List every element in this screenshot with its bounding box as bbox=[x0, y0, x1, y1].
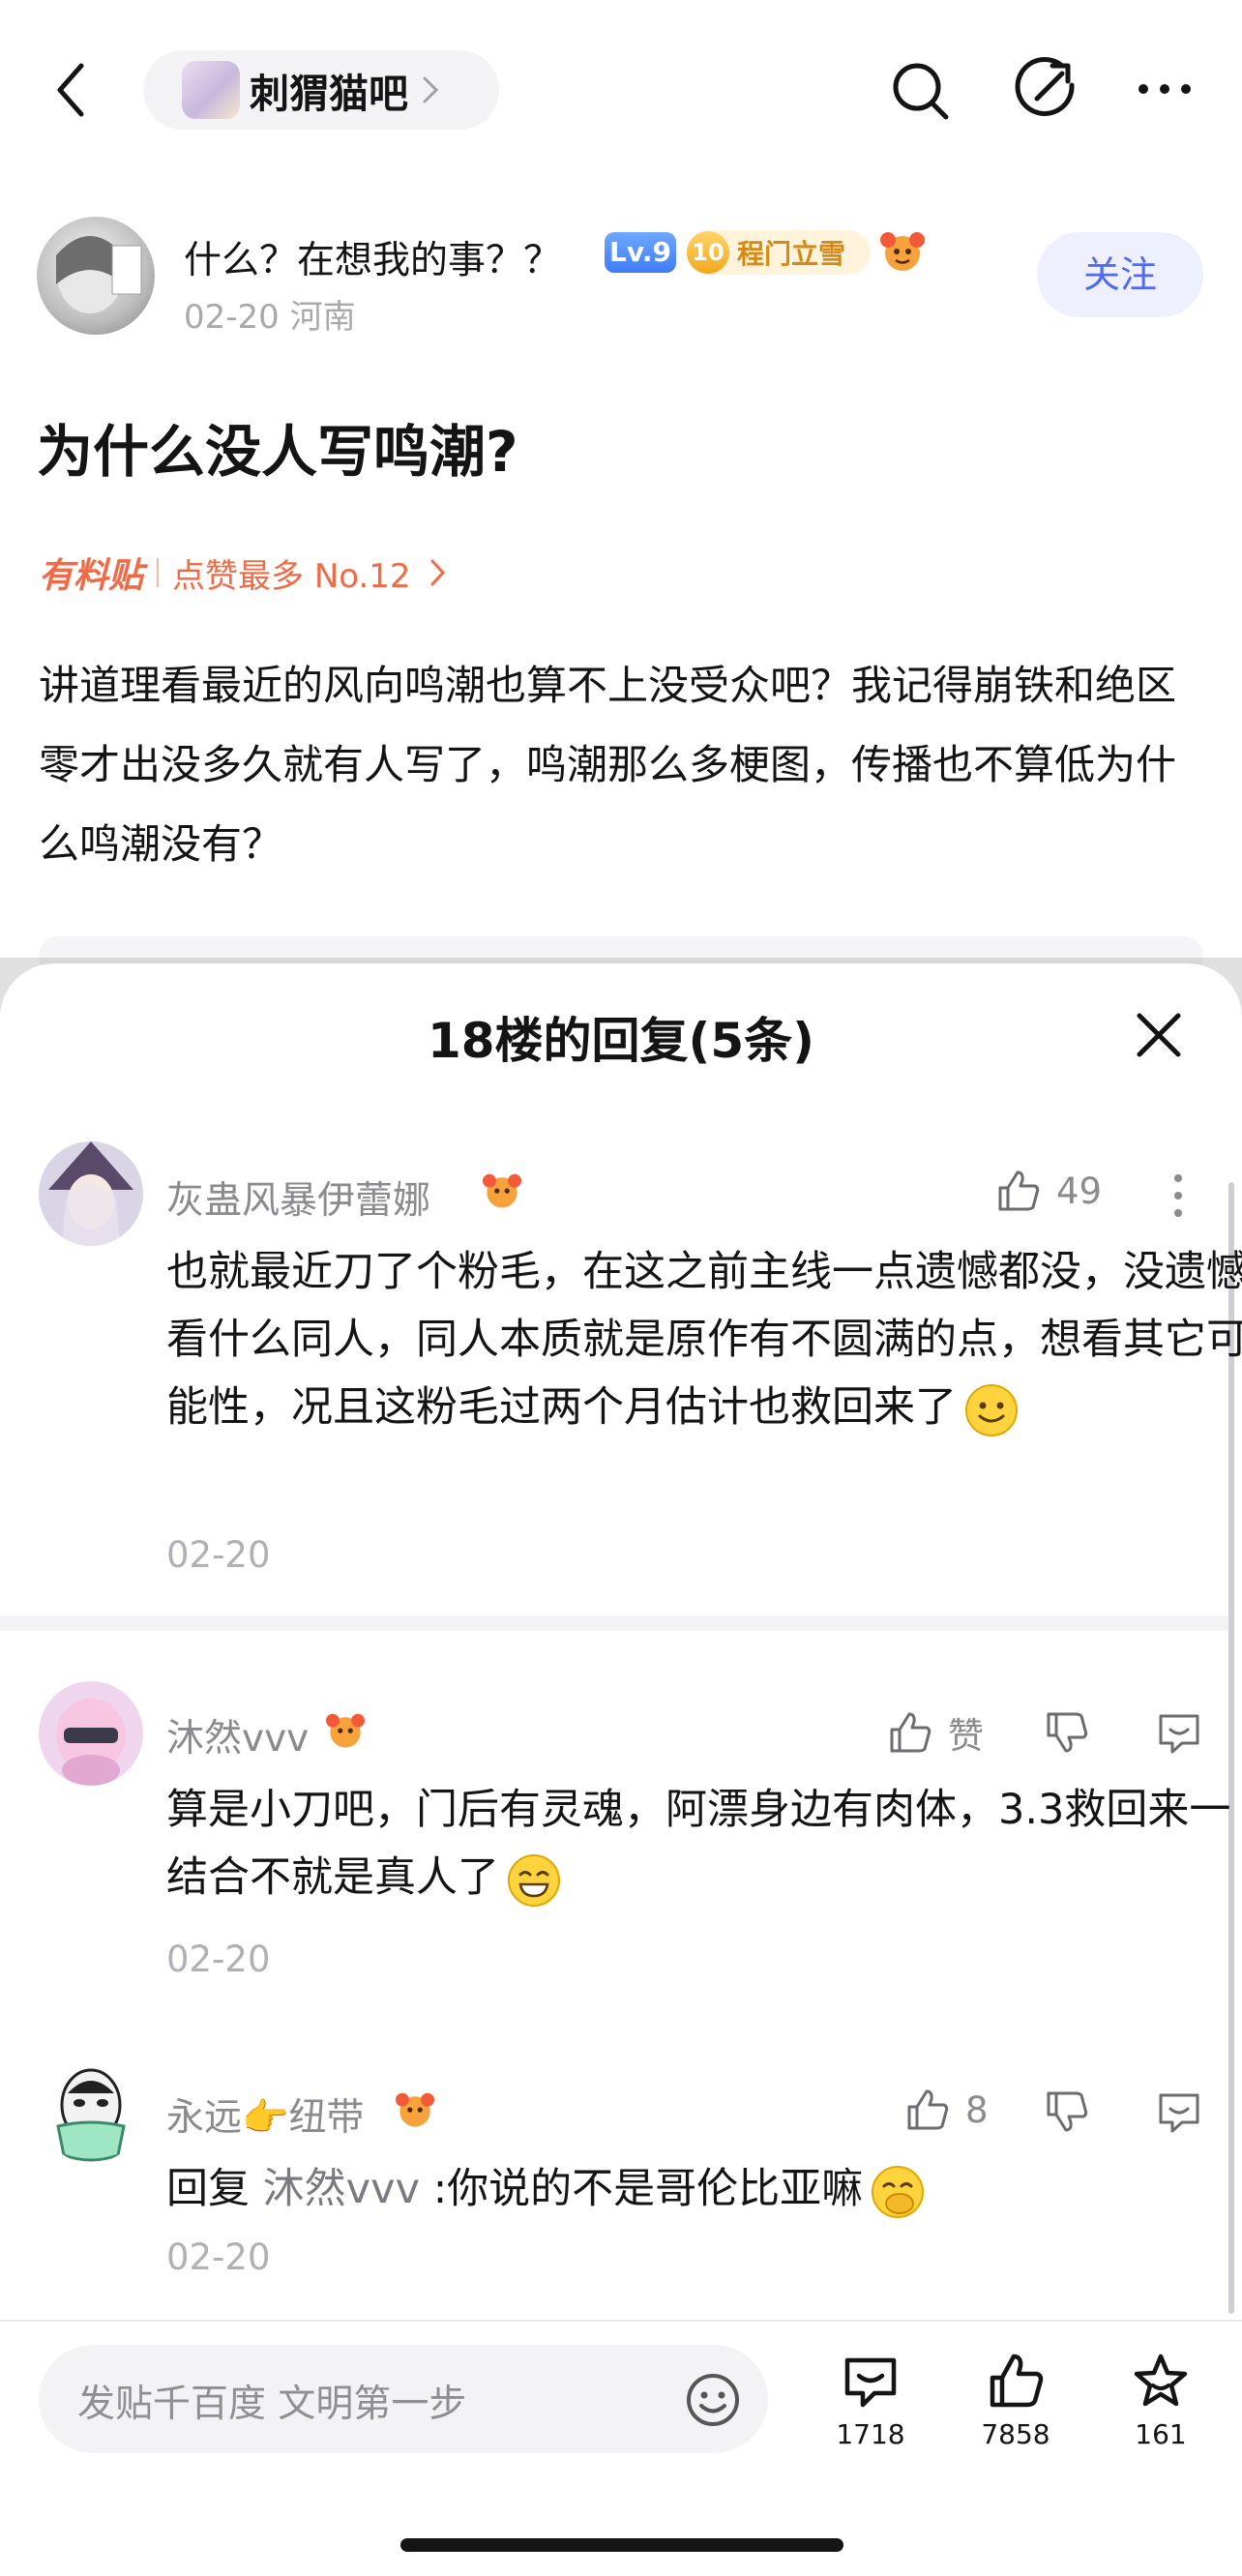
reply-target-name[interactable]: 沐然vvv bbox=[263, 2165, 420, 2213]
comment-text: 也就最近刀了个粉毛，在这之前主线一点遗憾都没，没遗憾看什么同人，同人本质就是原作… bbox=[166, 1238, 1242, 1441]
thumbs-down-icon[interactable] bbox=[1043, 1708, 1091, 1757]
rank-title: 程门立雪 bbox=[737, 238, 846, 270]
favorite-action[interactable]: 161 bbox=[1103, 2351, 1219, 2450]
favorite-count: 161 bbox=[1135, 2418, 1187, 2450]
author-name[interactable]: 什么？在想我的事？？ bbox=[184, 230, 561, 284]
rank-number: 10 bbox=[687, 231, 729, 274]
fan-badge-icon bbox=[483, 1173, 521, 1208]
fan-badge-icon bbox=[880, 232, 925, 271]
thumbs-down-icon[interactable] bbox=[1043, 2087, 1091, 2136]
commenter-name[interactable]: 沐然vvv bbox=[166, 1708, 309, 1762]
thumbs-up-icon bbox=[990, 2354, 1044, 2408]
like-button[interactable]: 8 bbox=[903, 2086, 989, 2134]
thumbs-up-icon bbox=[998, 1170, 1040, 1211]
home-indicator[interactable] bbox=[400, 2538, 843, 2552]
reply-input-placeholder: 发贴千百度 文明第一步 bbox=[77, 2383, 467, 2426]
thumbs-up-icon bbox=[907, 2089, 949, 2130]
edit-icon[interactable] bbox=[1014, 56, 1078, 124]
post-tag[interactable]: 有料贴 点赞最多 No.12 bbox=[39, 548, 446, 598]
tag-divider bbox=[157, 558, 160, 587]
sheet-title: 18楼的回复(5条) bbox=[427, 1013, 815, 1069]
forum-pill[interactable]: 刺猬猫吧 bbox=[143, 50, 499, 130]
like-label: 赞 bbox=[948, 1715, 984, 1757]
like-count: 8 bbox=[965, 2088, 989, 2131]
author-avatar[interactable] bbox=[37, 217, 155, 335]
commenter-avatar[interactable] bbox=[39, 2058, 143, 2163]
comment-icon bbox=[844, 2357, 897, 2408]
more-icon[interactable] bbox=[1136, 79, 1194, 99]
grin-emoji-icon bbox=[508, 1853, 560, 1907]
comment-date: 02-20 bbox=[166, 1534, 271, 1576]
comments-action[interactable]: 1718 bbox=[813, 2351, 929, 2450]
like-button[interactable]: 赞 bbox=[886, 1706, 984, 1759]
like-action[interactable]: 7858 bbox=[958, 2351, 1074, 2450]
rank-badge: 10 程门立雪 bbox=[687, 230, 871, 275]
section-divider bbox=[0, 1615, 1228, 1631]
commenter-avatar[interactable] bbox=[39, 1681, 143, 1786]
like-total: 7858 bbox=[981, 2418, 1050, 2450]
comment-reply-icon[interactable] bbox=[1155, 1708, 1203, 1757]
comment-date: 02-20 bbox=[166, 2236, 271, 2278]
star-icon bbox=[1134, 2354, 1188, 2407]
chevron-right-icon bbox=[423, 76, 439, 104]
comment-reply-icon[interactable] bbox=[1155, 2087, 1203, 2136]
back-arrow-icon[interactable] bbox=[50, 60, 93, 120]
post-body: 讲道理看最近的风向鸣潮也算不上没受众吧？我记得崩铁和绝区零才出没多久就有人写了，… bbox=[39, 662, 1177, 868]
comment-count: 1718 bbox=[836, 2418, 905, 2450]
follow-button[interactable]: 关注 bbox=[1037, 232, 1203, 317]
thumbs-up-icon bbox=[890, 1712, 932, 1753]
search-icon[interactable] bbox=[890, 56, 952, 124]
commenter-avatar[interactable] bbox=[39, 1141, 143, 1246]
comment-text: 回复 沐然vvv :你说的不是哥伦比亚嘛 bbox=[166, 2155, 1242, 2223]
giggle-emoji-icon bbox=[872, 2165, 925, 2218]
forum-avatar bbox=[182, 61, 240, 119]
forum-name: 刺猬猫吧 bbox=[250, 71, 408, 117]
fan-badge-icon bbox=[396, 2092, 434, 2127]
comment-date: 02-20 bbox=[166, 1939, 271, 1980]
like-count: 49 bbox=[1056, 1170, 1103, 1212]
post-title: 为什么没人写鸣潮? bbox=[37, 419, 518, 485]
close-icon[interactable] bbox=[1134, 1010, 1184, 1060]
commenter-name[interactable]: 灰蛊风暴伊蕾娜 bbox=[166, 1170, 430, 1225]
commenter-name[interactable]: 永远👉纽带 bbox=[166, 2087, 365, 2142]
tag-ranking: 点赞最多 No.12 bbox=[172, 556, 411, 596]
smile-emoji-icon bbox=[965, 1383, 1018, 1436]
chevron-right-icon bbox=[430, 559, 445, 586]
more-vertical-icon[interactable] bbox=[1168, 1172, 1188, 1219]
post-meta: 02-20 河南 bbox=[184, 298, 356, 337]
comment-text: 算是小刀吧，门后有灵魂，阿漂身边有肉体，3.3救回来一结合不就是真人了 bbox=[166, 1776, 1242, 1911]
like-button[interactable]: 49 bbox=[994, 1167, 1102, 1215]
tag-label: 有料贴 bbox=[39, 556, 144, 596]
level-badge: Lv.9 bbox=[605, 232, 676, 273]
emoji-icon[interactable] bbox=[685, 2372, 741, 2428]
fan-badge-icon bbox=[326, 1713, 365, 1748]
